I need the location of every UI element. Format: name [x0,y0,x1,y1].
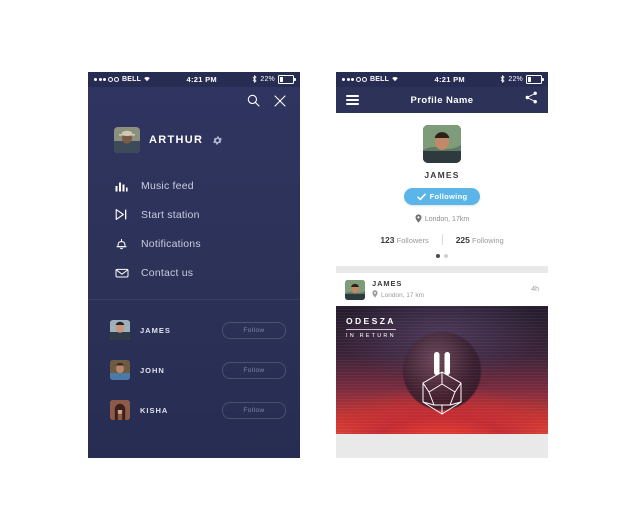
wifi-icon [391,75,399,84]
friend-suggestion-list: JAMES Follow JOHN Follow [88,300,300,430]
drawer-body: ARTHUR [88,87,300,458]
profile-location: London, 17km [336,214,548,225]
check-icon [417,188,426,206]
page-title: Profile Name [359,95,525,106]
avatar [110,360,130,380]
bar-chart-icon [114,179,129,192]
following-stat[interactable]: 225 Following [443,235,517,245]
following-button[interactable]: Following [404,188,480,205]
post-location: London, 17 km [372,290,531,300]
location-pin-icon [415,214,422,225]
avatar [110,320,130,340]
bluetooth-icon [252,75,257,85]
following-label: Following [472,236,504,245]
navigation-bar: Profile Name [336,87,548,113]
drawer-menu: Music feed Start station [88,153,300,287]
bluetooth-icon [500,75,505,85]
menu-item-label: Notifications [141,238,201,250]
follow-button[interactable]: Follow [222,402,286,419]
page-dot-active[interactable] [436,254,440,258]
carrier-label: BELL [122,76,141,83]
status-bar-left-group: BELL [342,75,399,84]
status-bar-right-group: 22% [252,75,294,85]
followers-stat[interactable]: 123 Followers [367,235,441,245]
followers-count: 123 [380,235,394,245]
post-meta: JAMES London, 17 km [372,279,531,300]
wifi-icon [143,75,151,84]
album-artwork[interactable]: ODESZA IN RETURN [336,306,548,434]
status-bar-right: BELL 4:21 PM 22% [336,72,548,87]
hamburger-icon[interactable] [346,93,359,108]
friend-row[interactable]: JAMES Follow [110,310,286,350]
friend-row[interactable]: KISHA Follow [110,390,286,430]
post-author-label: JAMES [372,279,531,288]
bell-icon [114,237,129,250]
location-pin-icon [372,290,378,300]
signal-strength-icon [94,77,119,82]
status-bar-left-group: BELL [94,75,151,84]
friend-row[interactable]: JOHN Follow [110,350,286,390]
avatar[interactable] [423,125,461,163]
battery-icon [526,75,542,84]
share-icon[interactable] [525,91,538,109]
menu-item-label: Start station [141,209,200,221]
phone-left-navigation-drawer: BELL 4:21 PM 22% [88,72,300,458]
close-icon[interactable] [274,95,286,107]
post-timestamp: 4h [531,286,539,293]
menu-item-contact-us[interactable]: Contact us [114,258,300,287]
card-gap [336,266,548,273]
friend-name-label: JAMES [140,326,222,335]
battery-icon [278,75,294,84]
follow-button[interactable]: Follow [222,322,286,339]
phone-right-profile-screen: BELL 4:21 PM 22% Profile Name [336,72,548,458]
menu-item-start-station[interactable]: Start station [114,200,300,229]
avatar[interactable] [345,280,365,300]
menu-item-music-feed[interactable]: Music feed [114,171,300,200]
menu-item-label: Music feed [141,180,194,192]
post-location-label: London, 17 km [381,292,424,299]
profile-card: JAMES Following [336,113,548,266]
battery-percent-label: 22% [260,76,275,83]
following-count: 225 [456,235,470,245]
post-header: JAMES London, 17 km 4h [336,273,548,306]
follow-button[interactable]: Follow [222,362,286,379]
screenshot-canvas: BELL 4:21 PM 22% [0,0,640,512]
play-skip-icon [114,208,129,221]
menu-item-notifications[interactable]: Notifications [114,229,300,258]
avatar [110,400,130,420]
clock-label: 4:21 PM [399,75,500,84]
status-bar-left: BELL 4:21 PM 22% [88,72,300,87]
account-name-label: ARTHUR [149,134,203,146]
clock-label: 4:21 PM [151,75,252,84]
feed-post-card: JAMES London, 17 km 4h [336,273,548,434]
title-rule [346,329,396,330]
avatar [114,127,140,153]
artwork-title-block: ODESZA IN RETURN [346,316,396,339]
odesza-icosahedron-logo-icon [413,352,471,418]
status-bar-right-group: 22% [500,75,542,85]
profile-scroll-area[interactable]: JAMES Following [336,113,548,458]
account-row[interactable]: ARTHUR [88,107,300,153]
battery-percent-label: 22% [508,76,523,83]
profile-location-label: London, 17km [425,216,469,223]
followers-label: Followers [397,236,429,245]
carrier-label: BELL [370,76,389,83]
search-icon[interactable] [247,94,260,107]
drawer-top-icon-bar [88,87,300,107]
signal-strength-icon [342,77,367,82]
page-indicator[interactable] [336,254,548,258]
profile-stats: 123 Followers 225 Following [336,234,548,245]
profile-name-label: JAMES [336,170,548,180]
album-label: IN RETURN [346,333,396,339]
gear-icon[interactable] [212,135,223,146]
page-dot[interactable] [444,254,448,258]
friend-name-label: KISHA [140,406,222,415]
friend-name-label: JOHN [140,366,222,375]
artist-label: ODESZA [346,316,396,326]
envelope-icon [114,266,129,279]
menu-item-label: Contact us [141,267,193,279]
following-button-label: Following [430,192,468,201]
